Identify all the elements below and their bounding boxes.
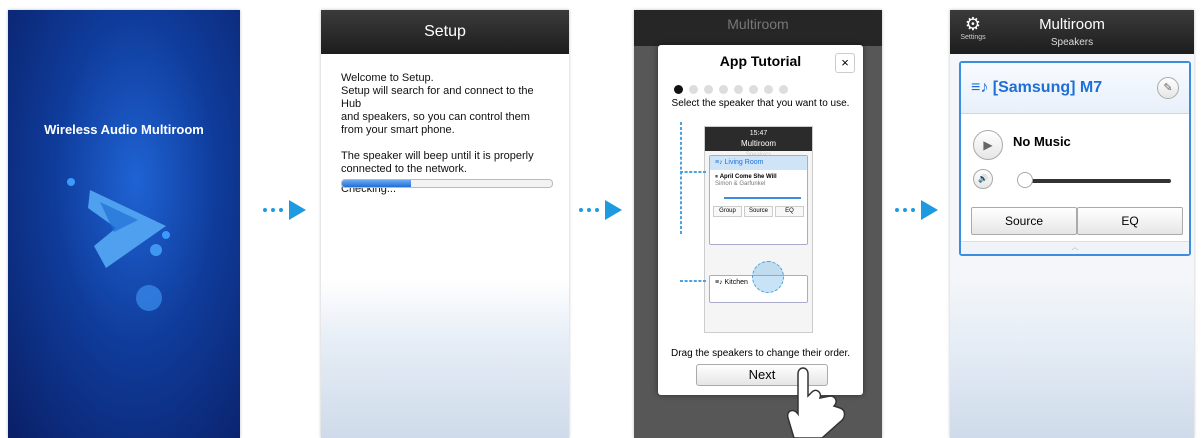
expand-icon[interactable]: ︿	[961, 241, 1189, 254]
header-bar: Setup	[321, 10, 569, 54]
mini-group-button: Group	[713, 206, 742, 217]
guide-line	[680, 171, 706, 173]
app-logo	[67, 178, 170, 311]
tutorial-dialog: App Tutorial × Select the speaker that y…	[658, 45, 863, 395]
edit-icon[interactable]: ✎	[1157, 77, 1179, 99]
volume-slider[interactable]	[1023, 179, 1171, 183]
page-dot	[674, 85, 683, 94]
page-dot	[764, 85, 773, 94]
close-button[interactable]: ×	[835, 53, 855, 73]
tutorial-screen: Multiroom App Tutorial × Select the spea…	[634, 10, 882, 438]
background-waves	[950, 278, 1194, 438]
mini-song: ⏸ April Come She Will Simon & Garfunkel	[715, 174, 777, 187]
volume-icon[interactable]: 🔊	[973, 169, 993, 189]
pause-icon: ⏸	[715, 174, 719, 180]
mini-title: Multiroom	[740, 139, 777, 148]
page-title: Multiroom	[1039, 16, 1105, 33]
setup-progress-bar	[341, 179, 553, 188]
arrow-icon	[579, 200, 622, 220]
mini-card-living-room: ≡♪ Living Room ⏸ April Come She Will Simo…	[709, 155, 808, 245]
instruction-bottom: Drag the speakers to change their order.	[671, 348, 850, 359]
mini-eq-button: EQ	[775, 206, 804, 217]
drag-target-icon	[752, 261, 784, 293]
speakers-screen: ⚙ Settings Multiroom Speakers ≡♪ [Samsun…	[950, 10, 1194, 438]
guide-line	[680, 122, 682, 234]
speaker-name: ≡♪ [Samsung] M7	[971, 79, 1103, 96]
splash-screen: Wireless Audio Multiroom	[8, 10, 240, 438]
arrow-icon	[895, 200, 938, 220]
mini-room1: ≡♪ Living Room	[710, 156, 807, 170]
instruction-top: Select the speaker that you want to use.	[671, 98, 850, 109]
page-dot	[689, 85, 698, 94]
setup-screen: Setup Welcome to Setup. Setup will searc…	[321, 10, 569, 438]
page-dot	[749, 85, 758, 94]
setup-title: Setup	[424, 23, 466, 40]
page-dot	[719, 85, 728, 94]
setup-intro-text: Welcome to Setup. Setup will search for …	[341, 72, 534, 136]
dialog-title: App Tutorial	[719, 53, 802, 69]
arrow-icon	[263, 200, 306, 220]
page-indicator	[674, 81, 794, 99]
status-text: No Music	[1013, 134, 1071, 149]
volume-handle[interactable]	[1017, 172, 1033, 188]
play-icon[interactable]: ▶	[973, 130, 1003, 160]
speaker-card[interactable]: ≡♪ [Samsung] M7 ✎ ▶ No Music 🔊 Source EQ…	[959, 61, 1191, 256]
mini-buttons: Group Source EQ	[710, 203, 807, 220]
mini-time: 15:47	[749, 130, 768, 137]
page-dot	[704, 85, 713, 94]
mini-header: 15:47 Multiroom Speakers	[705, 127, 812, 158]
source-button[interactable]: Source	[971, 207, 1077, 235]
setup-beep-text: The speaker will beep until it is proper…	[341, 150, 534, 175]
background-title: Multiroom	[634, 10, 882, 46]
eq-button[interactable]: EQ	[1077, 207, 1183, 235]
background-waves	[321, 278, 569, 438]
page-dot	[779, 85, 788, 94]
hand-pointer-icon	[786, 367, 846, 438]
mini-source-button: Source	[744, 206, 773, 217]
guide-line	[680, 280, 706, 282]
tutorial-preview: 15:47 Multiroom Speakers ≡♪ Living Room …	[704, 126, 813, 333]
header-bar: ⚙ Settings Multiroom Speakers	[950, 10, 1194, 54]
page-subtitle: Speakers	[1050, 37, 1094, 48]
page-dot	[734, 85, 743, 94]
